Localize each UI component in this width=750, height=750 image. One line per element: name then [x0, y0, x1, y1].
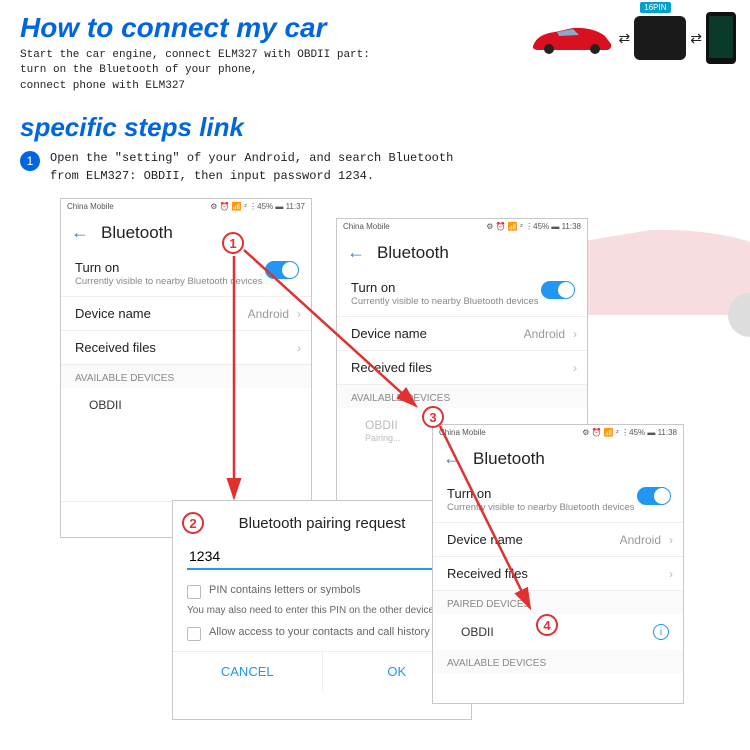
arrows-icon: ⇄ [690, 30, 702, 47]
available-devices-header: AVAILABLE DEVICES [61, 365, 311, 388]
turn-on-label: Turn on [75, 260, 297, 275]
checkbox-allow-contacts[interactable] [187, 627, 201, 641]
chevron-right-icon: › [297, 307, 301, 321]
checkbox-pin-letters[interactable] [187, 585, 201, 599]
available-devices-header: AVAILABLE DEVICES [433, 650, 683, 673]
status-right: ⚙ ⏰ 📶 ᶻ ⋮45% ▬ 11:37 [210, 202, 305, 211]
device-label: OBDII [447, 623, 669, 641]
received-files-row[interactable]: Received files › [433, 557, 683, 591]
paired-devices-header: PAIRED DEVICES [433, 591, 683, 614]
device-name-value: Android [620, 533, 661, 547]
info-icon[interactable]: i [653, 624, 669, 640]
chevron-right-icon: › [297, 341, 301, 355]
back-icon[interactable]: ← [347, 242, 365, 263]
phone-icon [706, 12, 736, 64]
turn-on-row[interactable]: Turn on Currently visible to nearby Blue… [337, 271, 587, 317]
subtitle: specific steps link [0, 94, 750, 149]
step-circle-3: 3 [422, 406, 444, 428]
status-carrier: China Mobile [439, 428, 486, 437]
screen-title: Bluetooth [473, 449, 545, 469]
received-label: Received files [351, 360, 573, 375]
pin-input[interactable] [187, 544, 457, 570]
received-label: Received files [75, 340, 297, 355]
chevron-right-icon: › [573, 361, 577, 375]
bluetooth-toggle[interactable] [265, 261, 299, 279]
paired-device-obdii[interactable]: OBDII i [433, 614, 683, 650]
device-name-value: Android [524, 327, 565, 341]
step-number-badge: 1 [20, 151, 40, 171]
chevron-right-icon: › [669, 567, 673, 581]
device-obdii[interactable]: OBDII [61, 388, 311, 422]
step-description: Open the "setting" of your Android, and … [50, 149, 453, 185]
turn-on-row[interactable]: Turn on Currently visible to nearby Blue… [61, 251, 311, 297]
turn-on-row[interactable]: Turn on Currently visible to nearby Blue… [433, 477, 683, 523]
received-label: Received files [447, 566, 669, 581]
turn-on-label: Turn on [447, 486, 669, 501]
step-circle-2: 2 [182, 512, 204, 534]
visible-label: Currently visible to nearby Bluetooth de… [351, 296, 573, 307]
device-name-row[interactable]: Device name Android › [433, 523, 683, 557]
device-name-row[interactable]: Device name Android › [337, 317, 587, 351]
chevron-right-icon: › [669, 533, 673, 547]
status-right: ⚙ ⏰ 📶 ᶻ ⋮45% ▬ 11:38 [582, 428, 677, 437]
dialog-note: You may also need to enter this PIN on t… [187, 605, 457, 616]
screen-title: Bluetooth [377, 243, 449, 263]
status-carrier: China Mobile [67, 202, 114, 211]
check2-label: Allow access to your contacts and call h… [209, 626, 430, 638]
connection-diagram: ⇄ 16PIN ⇄ [529, 12, 736, 64]
bluetooth-toggle[interactable] [637, 487, 671, 505]
step-circle-1: 1 [222, 232, 244, 254]
visible-label: Currently visible to nearby Bluetooth de… [75, 276, 297, 287]
cancel-button[interactable]: CANCEL [173, 652, 323, 691]
step-circle-4: 4 [536, 614, 558, 636]
status-right: ⚙ ⏰ 📶 ᶻ ⋮45% ▬ 11:38 [486, 222, 581, 231]
arrows-icon: ⇄ [619, 30, 631, 47]
check1-label: PIN contains letters or symbols [209, 584, 361, 596]
turn-on-label: Turn on [351, 280, 573, 295]
screen-title: Bluetooth [101, 223, 173, 243]
obd-device-icon: 16PIN [634, 16, 686, 60]
screenshot-4: China Mobile ⚙ ⏰ 📶 ᶻ ⋮45% ▬ 11:38 ← Bluet… [432, 424, 684, 704]
received-files-row[interactable]: Received files › [61, 331, 311, 365]
pin-label: 16PIN [640, 2, 670, 13]
device-name-value: Android [248, 307, 289, 321]
dialog-title: Bluetooth pairing request [187, 515, 457, 532]
back-icon[interactable]: ← [71, 222, 89, 243]
chevron-right-icon: › [573, 327, 577, 341]
device-name-row[interactable]: Device name Android › [61, 297, 311, 331]
screenshot-2-dialog: Bluetooth pairing request PIN contains l… [172, 500, 472, 720]
car-icon [529, 20, 615, 56]
screenshot-1: China Mobile ⚙ ⏰ 📶 ᶻ ⋮45% ▬ 11:37 ← Bluet… [60, 198, 312, 538]
status-carrier: China Mobile [343, 222, 390, 231]
received-files-row[interactable]: Received files › [337, 351, 587, 385]
available-devices-header: AVAILABLE DEVICES [337, 385, 587, 408]
visible-label: Currently visible to nearby Bluetooth de… [447, 502, 669, 513]
bluetooth-toggle[interactable] [541, 281, 575, 299]
back-icon[interactable]: ← [443, 448, 461, 469]
